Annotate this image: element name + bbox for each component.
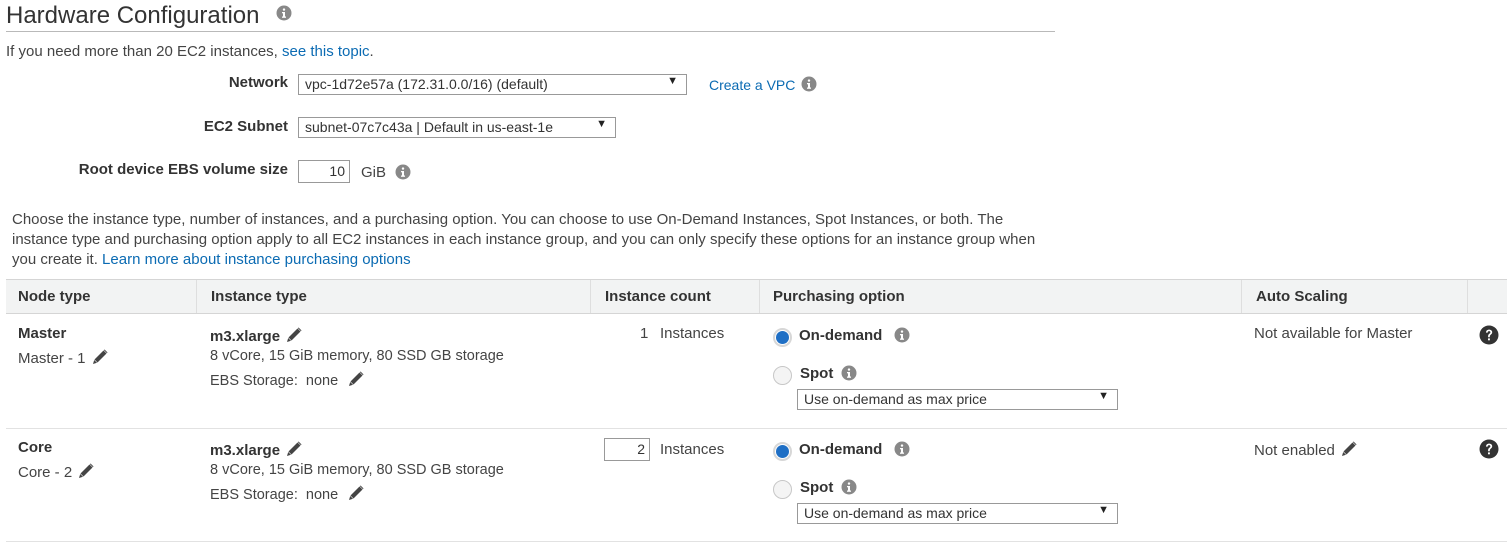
- auto-scaling-status: Not available for Master: [1254, 325, 1413, 342]
- ec2-subnet-select[interactable]: subnet-07c7c43a | Default in us-east-1e …: [298, 117, 616, 138]
- spot-label: Spot: [800, 479, 834, 496]
- info-icon[interactable]: [841, 365, 857, 381]
- auto-scaling-status-text: Not enabled: [1254, 442, 1335, 459]
- ebs-storage: EBS Storage: none: [210, 485, 364, 505]
- root-ebs-volume-input[interactable]: 10: [298, 160, 350, 183]
- on-demand-label: On-demand: [799, 327, 883, 344]
- pencil-icon[interactable]: [286, 441, 302, 461]
- column-header-instance-count: Instance count: [605, 288, 711, 305]
- instance-type-text: m3.xlarge: [210, 328, 281, 345]
- pencil-icon[interactable]: [1341, 441, 1357, 461]
- ec2-subnet-label: EC2 Subnet: [203, 118, 288, 135]
- caret-down-icon: ▼: [1098, 504, 1109, 516]
- node-type: Master: [18, 325, 67, 342]
- spot-label: Spot: [800, 365, 834, 382]
- learn-more-purchasing-link[interactable]: Learn more about instance purchasing opt…: [102, 251, 411, 268]
- info-icon[interactable]: [395, 164, 411, 180]
- intro-text-end: .: [369, 43, 374, 60]
- node-name: Core - 2: [18, 463, 94, 483]
- node-name-text: Core - 2: [18, 464, 73, 481]
- instance-group-table-header: Node type Instance type Instance count P…: [6, 279, 1507, 314]
- intro-text-body: If you need more than 20 EC2 instances,: [6, 43, 282, 60]
- spot-price-select[interactable]: Use on-demand as max price ▼: [797, 389, 1118, 410]
- caret-down-icon: ▼: [596, 118, 607, 130]
- info-icon[interactable]: [276, 5, 292, 21]
- root-ebs-volume-label: Root device EBS volume size: [78, 161, 288, 178]
- create-vpc-link[interactable]: Create a VPC: [709, 77, 795, 93]
- instance-count-unit: Instances: [660, 325, 725, 342]
- info-icon[interactable]: [841, 479, 857, 495]
- spot-price-select-value: Use on-demand as max price: [804, 391, 987, 407]
- section-title-text: Hardware Configuration: [6, 2, 260, 29]
- question-circle-icon[interactable]: [1479, 439, 1499, 463]
- pencil-icon[interactable]: [286, 327, 302, 347]
- ebs-storage-value: none: [305, 373, 339, 389]
- instance-count-unit: Instances: [660, 441, 725, 458]
- instance-count-value: 1: [640, 325, 649, 342]
- node-name: Master - 1: [18, 349, 108, 369]
- pencil-icon[interactable]: [78, 463, 94, 483]
- pencil-icon[interactable]: [348, 371, 364, 391]
- ebs-storage-label: EBS Storage:: [210, 373, 298, 389]
- column-header-purchasing-option: Purchasing option: [773, 288, 905, 305]
- row-divider: [6, 428, 1507, 429]
- caret-down-icon: ▼: [1098, 390, 1109, 402]
- ebs-storage: EBS Storage: none: [210, 371, 364, 391]
- on-demand-label: On-demand: [799, 441, 883, 458]
- spot-radio[interactable]: [773, 366, 792, 385]
- network-label: Network: [228, 74, 288, 91]
- instance-type: m3.xlarge: [210, 441, 302, 461]
- pencil-icon[interactable]: [92, 349, 108, 369]
- instance-count-input[interactable]: 2: [604, 438, 650, 461]
- instance-type-text: m3.xlarge: [210, 442, 281, 459]
- caret-down-icon: ▼: [667, 75, 678, 87]
- intro-text: If you need more than 20 EC2 instances, …: [6, 43, 374, 60]
- ebs-storage-label: EBS Storage:: [210, 487, 298, 503]
- ec2-subnet-select-value: subnet-07c7c43a | Default in us-east-1e: [305, 119, 554, 135]
- column-header-auto-scaling: Auto Scaling: [1256, 288, 1348, 305]
- ebs-storage-value: none: [305, 487, 339, 503]
- network-select-value: vpc-1d72e57a (172.31.0.0/16) (default): [305, 76, 548, 92]
- spot-price-select[interactable]: Use on-demand as max price ▼: [797, 503, 1118, 524]
- title-divider: [6, 31, 1055, 32]
- node-type: Core: [18, 439, 53, 456]
- column-header-node-type: Node type: [18, 288, 91, 305]
- row-divider: [6, 541, 1507, 542]
- see-this-topic-link[interactable]: see this topic: [282, 43, 370, 60]
- instance-specs: 8 vCore, 15 GiB memory, 80 SSD GB storag…: [210, 348, 504, 364]
- column-header-instance-type: Instance type: [211, 288, 307, 305]
- question-circle-icon[interactable]: [1479, 325, 1499, 349]
- info-icon[interactable]: [894, 441, 910, 457]
- spot-price-select-value: Use on-demand as max price: [804, 505, 987, 521]
- node-name-text: Master - 1: [18, 350, 86, 367]
- info-icon[interactable]: [894, 327, 910, 343]
- pencil-icon[interactable]: [348, 485, 364, 505]
- auto-scaling-status: Not enabled: [1254, 441, 1357, 461]
- info-icon[interactable]: [801, 76, 817, 92]
- on-demand-radio[interactable]: [773, 328, 792, 347]
- root-ebs-volume-unit: GiB: [361, 164, 387, 181]
- purchasing-description: Choose the instance type, number of inst…: [12, 210, 1062, 270]
- instance-type: m3.xlarge: [210, 327, 302, 347]
- instance-specs: 8 vCore, 15 GiB memory, 80 SSD GB storag…: [210, 462, 504, 478]
- spot-radio[interactable]: [773, 480, 792, 499]
- section-title: Hardware Configuration: [6, 2, 292, 30]
- on-demand-radio[interactable]: [773, 442, 792, 461]
- network-select[interactable]: vpc-1d72e57a (172.31.0.0/16) (default) ▼: [298, 74, 687, 95]
